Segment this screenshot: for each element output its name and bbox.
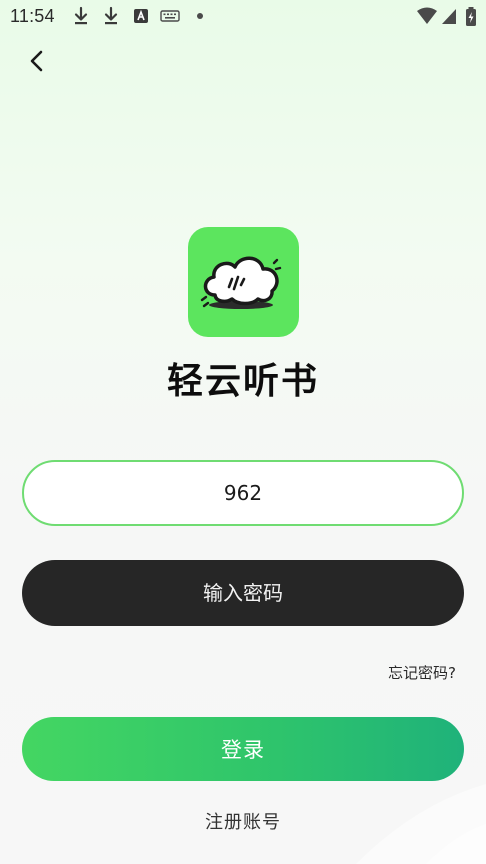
cellular-signal-icon [440, 6, 458, 26]
battery-charging-icon [465, 6, 477, 26]
login-button[interactable]: 登录 [22, 717, 464, 781]
forgot-password-link[interactable]: 忘记密码? [388, 662, 456, 683]
cloud-icon [200, 256, 282, 309]
password-field[interactable] [22, 560, 464, 626]
back-button[interactable] [22, 46, 52, 76]
app-name: 轻云听书 [166, 361, 319, 402]
download-icon [72, 6, 90, 26]
account-input[interactable] [51, 480, 435, 506]
app-notification-icon [133, 6, 149, 26]
register-link[interactable]: 注册账号 [205, 812, 281, 833]
download-icon [102, 6, 120, 26]
account-field[interactable] [22, 460, 464, 526]
chevron-left-icon [30, 50, 43, 72]
app-logo [188, 227, 299, 337]
dot-icon [196, 6, 204, 26]
status-time: 11:54 [10, 6, 55, 26]
keyboard-icon [160, 6, 180, 26]
status-bar: 11:54 [0, 0, 486, 34]
password-input[interactable] [51, 580, 435, 606]
wifi-icon [416, 6, 438, 26]
register-row: 注册账号 [0, 808, 486, 834]
